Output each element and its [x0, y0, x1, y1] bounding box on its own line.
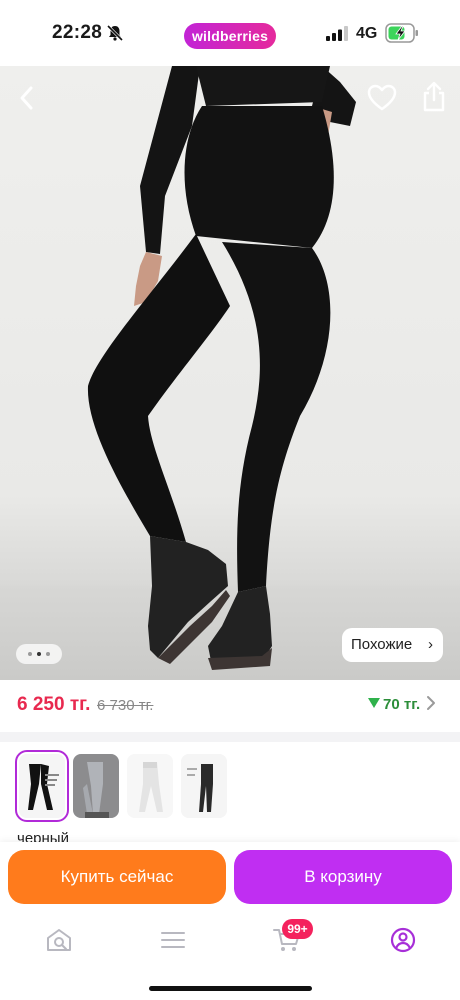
- product-image[interactable]: Похожие ›: [0, 66, 460, 680]
- price-drop-value: 70 тг.: [383, 696, 421, 713]
- variant-white[interactable]: [127, 754, 173, 818]
- cart-badge: 99+: [282, 919, 313, 939]
- status-time: 22:28: [52, 22, 103, 43]
- network-label: 4G: [356, 25, 378, 42]
- menu-icon[interactable]: [158, 926, 188, 954]
- carousel-dot: [28, 652, 32, 656]
- carousel-dot: [46, 652, 50, 656]
- variant-black[interactable]: [15, 750, 69, 822]
- action-bar: Купить сейчас В корзину: [0, 842, 460, 914]
- share-icon[interactable]: [418, 80, 450, 114]
- buy-now-button[interactable]: Купить сейчас: [8, 850, 226, 904]
- home-search-icon[interactable]: [44, 926, 74, 954]
- price-current: 6 250 тг.: [17, 694, 91, 715]
- home-indicator: [149, 986, 312, 991]
- heart-outline-icon[interactable]: [366, 82, 398, 114]
- bell-slash-icon: [106, 24, 124, 42]
- status-bar: 22:28 wildberries 4G: [0, 0, 460, 66]
- battery-charging-icon: [385, 23, 418, 43]
- brand-logo: wildberries: [184, 23, 276, 49]
- variant-white-thumbnail: [127, 754, 173, 818]
- carousel-indicator: [16, 644, 62, 664]
- back-button[interactable]: [12, 82, 44, 114]
- price-old: 6 730 тг.: [97, 697, 154, 714]
- chevron-right-icon: ›: [428, 636, 433, 653]
- section-divider: [0, 732, 460, 742]
- variant-photo-thumbnail: [181, 754, 227, 818]
- product-photo: [87, 66, 356, 670]
- similar-label: Похожие: [351, 636, 413, 653]
- variant-photo[interactable]: [181, 754, 227, 818]
- variant-grey-thumbnail: [73, 754, 119, 818]
- price-drop: 70 тг.: [368, 696, 420, 713]
- add-to-cart-button[interactable]: В корзину: [234, 850, 452, 904]
- price-down-icon: [368, 698, 380, 708]
- similar-button[interactable]: Похожие ›: [342, 628, 443, 662]
- chevron-right-icon[interactable]: [424, 692, 438, 714]
- variant-black-thumbnail: [19, 754, 65, 818]
- tab-bar: 99+: [0, 914, 460, 1000]
- color-variants: черный: [0, 742, 460, 847]
- profile-icon[interactable]: [388, 926, 418, 954]
- variant-grey[interactable]: [73, 754, 119, 818]
- carousel-dot-active: [37, 652, 41, 656]
- signal-icon: [326, 26, 348, 41]
- price-row[interactable]: 6 250 тг. 6 730 тг. 70 тг.: [0, 680, 460, 732]
